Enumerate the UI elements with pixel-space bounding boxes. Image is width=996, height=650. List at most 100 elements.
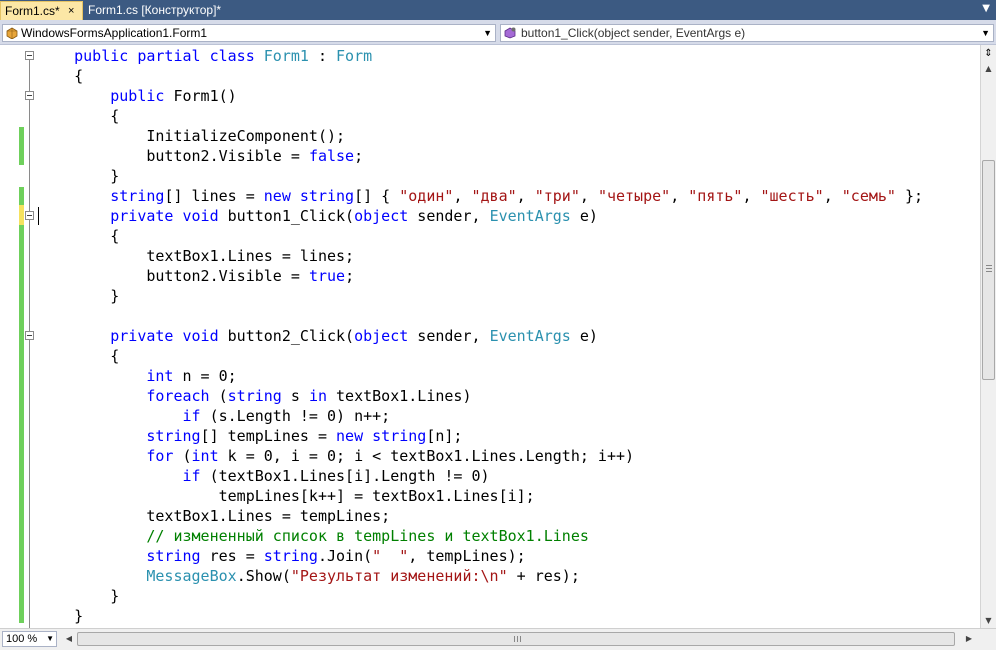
scroll-right-arrow-icon[interactable]: ▶	[962, 632, 976, 646]
code-token: button2_Click(	[218, 327, 355, 345]
code-token: (s.Length != 0) n++;	[200, 407, 391, 425]
code-token: EventArgs	[489, 207, 571, 225]
chevron-down-icon: ▼	[483, 28, 492, 38]
code-line[interactable]: }	[38, 586, 119, 606]
document-tab-bar: Form1.cs* × Form1.cs [Конструктор]* ▼	[0, 0, 996, 20]
code-token: {	[38, 67, 84, 85]
collapse-region-icon[interactable]	[25, 211, 34, 220]
code-token: k = 0, i = 0; i < textBox1.Lines.Length;…	[218, 447, 635, 465]
code-line[interactable]: {	[38, 226, 119, 246]
code-token: (	[209, 387, 228, 405]
code-line[interactable]: InitializeComponent();	[38, 126, 345, 146]
code-line[interactable]: // измененный список в tempLines и textB…	[38, 526, 589, 546]
tab-form1-designer[interactable]: Form1.cs [Конструктор]*	[84, 1, 236, 20]
code-line[interactable]: public partial class Form1 : Form	[38, 46, 372, 66]
code-token: ,	[579, 187, 598, 205]
code-token: if	[182, 407, 201, 425]
tab-list-dropdown-icon[interactable]: ▼	[982, 3, 990, 14]
code-line[interactable]: private void button1_Click(object sender…	[38, 206, 598, 226]
class-selector-dropdown[interactable]: WindowsFormsApplication1.Form1 ▼	[2, 24, 496, 42]
code-line[interactable]: string res = string.Join(" ", tempLines)…	[38, 546, 526, 566]
scroll-up-arrow-icon[interactable]: ▲	[981, 61, 996, 76]
collapse-region-icon[interactable]	[25, 51, 34, 60]
code-line[interactable]: tempLines[k++] = textBox1.Lines[i];	[38, 486, 535, 506]
code-line[interactable]: textBox1.Lines = lines;	[38, 246, 354, 266]
code-token: private void	[110, 207, 219, 225]
collapse-region-icon[interactable]	[25, 91, 34, 100]
code-token: s	[281, 387, 309, 405]
code-line[interactable]: button2.Visible = true;	[38, 266, 354, 286]
code-token: true	[308, 267, 346, 285]
scroll-down-arrow-icon[interactable]: ▼	[981, 613, 996, 628]
member-selector-value: button1_Click(object sender, EventArgs e…	[521, 26, 746, 40]
code-line[interactable]: {	[38, 66, 83, 86]
code-line[interactable]: MessageBox.Show("Результат изменений:\n"…	[38, 566, 580, 586]
member-selector-dropdown[interactable]: button1_Click(object sender, EventArgs e…	[500, 24, 994, 42]
code-token: , tempLines);	[408, 547, 526, 565]
code-editor[interactable]: public partial class Form1 : Form { publ…	[0, 45, 980, 628]
code-token: [] lines =	[164, 187, 264, 205]
code-line[interactable]: public Form1()	[38, 86, 236, 106]
code-line[interactable]: if (s.Length != 0) n++;	[38, 406, 391, 426]
code-token: ,	[516, 187, 535, 205]
code-line[interactable]: if (textBox1.Lines[i].Length != 0)	[38, 466, 490, 486]
collapse-region-icon[interactable]	[25, 331, 34, 340]
code-token: "три"	[534, 187, 580, 205]
code-token: string	[299, 187, 355, 205]
code-token: e)	[570, 327, 598, 345]
code-token: string	[110, 187, 165, 205]
code-token: .Show(	[236, 567, 291, 585]
code-token: foreach	[146, 387, 210, 405]
code-token: .Join(	[317, 547, 373, 565]
code-token: textBox1.Lines = tempLines;	[38, 507, 391, 525]
zoom-level-dropdown[interactable]: 100 % ▼	[2, 631, 57, 647]
code-token: sender,	[408, 327, 490, 345]
code-line[interactable]: textBox1.Lines = tempLines;	[38, 506, 390, 526]
code-line[interactable]: for (int k = 0, i = 0; i < textBox1.Line…	[38, 446, 634, 466]
code-token: {	[38, 347, 120, 365]
class-selector-value: WindowsFormsApplication1.Form1	[21, 26, 208, 40]
code-line[interactable]: string[] lines = new string[] { "один", …	[38, 186, 923, 206]
zoom-level-value: 100 %	[6, 633, 38, 645]
code-token: ,	[453, 187, 472, 205]
code-line[interactable]: {	[38, 346, 119, 366]
changed-line-marker	[19, 205, 24, 225]
code-token: "один"	[399, 187, 454, 205]
code-line[interactable]: int n = 0;	[38, 366, 236, 386]
code-line[interactable]: {	[38, 106, 119, 126]
code-token: [] tempLines =	[200, 427, 337, 445]
changed-line-marker	[19, 187, 24, 205]
split-window-icon[interactable]: ⇕	[983, 48, 994, 60]
code-token: (textBox1.Lines[i].Length != 0)	[200, 467, 490, 485]
tab-form1-cs[interactable]: Form1.cs* ×	[0, 1, 83, 20]
scroll-left-arrow-icon[interactable]: ◀	[62, 632, 76, 646]
code-token: "шесть"	[760, 187, 824, 205]
close-icon[interactable]: ×	[68, 2, 74, 21]
code-token: int	[191, 447, 219, 465]
horizontal-scroll-thumb[interactable]	[77, 632, 955, 646]
changed-line-marker	[19, 127, 24, 165]
code-line[interactable]: private void button2_Click(object sender…	[38, 326, 598, 346]
code-token: sender,	[408, 207, 490, 225]
code-line[interactable]: }	[38, 286, 119, 306]
code-line[interactable]: }	[38, 606, 83, 626]
code-token: " "	[372, 547, 409, 565]
vertical-scrollbar[interactable]: ⇕ ▲ ▼	[980, 45, 996, 628]
code-line[interactable]: string[] tempLines = new string[n];	[38, 426, 462, 446]
code-token: new	[263, 187, 291, 205]
code-token: button2.Visible =	[38, 147, 309, 165]
code-token: "четыре"	[597, 187, 671, 205]
code-line[interactable]: }	[38, 166, 119, 186]
code-token: object	[354, 327, 409, 345]
code-line[interactable]: foreach (string s in textBox1.Lines)	[38, 386, 471, 406]
code-line[interactable]: button2.Visible = false;	[38, 146, 363, 166]
code-token: tempLines[k++] = textBox1.Lines[i];	[38, 487, 535, 505]
vertical-scroll-thumb[interactable]	[982, 160, 995, 380]
code-token: public partial class	[74, 47, 255, 65]
